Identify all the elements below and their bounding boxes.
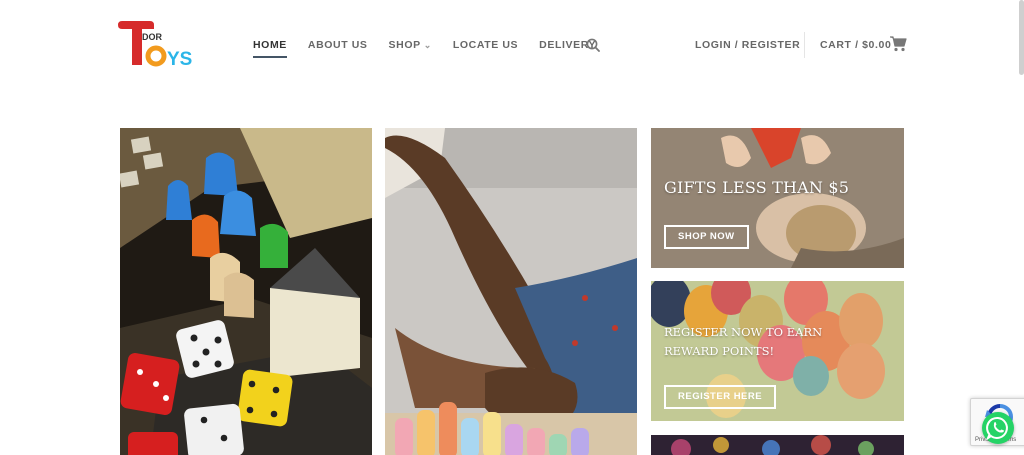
nav-about-label: ABOUT US [307,39,368,51]
register-promo-tile[interactable]: REGISTER NOW TO EARN REWARD POINTS! REGI… [651,281,904,421]
nav-shop[interactable]: SHOP ⌄ [389,39,432,59]
third-promo-tile[interactable] [651,435,904,455]
kids-chalk-tile[interactable] [385,128,637,455]
third-promo-image [651,435,904,455]
login-register-link[interactable]: LOGIN / REGISTER [695,39,800,51]
logo-text-ys: YS [167,49,192,69]
site-logo[interactable]: DOR YS [118,21,196,70]
nav-shop-label: SHOP [388,39,421,51]
page-scrollbar[interactable] [1019,0,1024,75]
board-game-image [120,128,372,455]
cart-link[interactable]: CART / $0.00 [820,39,891,51]
nav-home-label: HOME [253,39,287,51]
header-divider [804,32,805,58]
nav-home[interactable]: HOME [253,39,287,59]
gifts-promo-title: GIFTS LESS THAN $5 [664,178,850,197]
chevron-down-icon: ⌄ [423,40,432,50]
board-game-tile[interactable] [120,128,372,455]
register-here-button[interactable]: REGISTER HERE [664,385,777,409]
cart-icon[interactable] [890,36,907,52]
nav-about-us[interactable]: ABOUT US [308,39,368,59]
logo-text-dor: DOR [142,32,163,42]
main-nav: HOME ABOUT US SHOP ⌄ LOCATE US DELIVERY [253,39,617,59]
kids-chalk-image [385,128,637,455]
shop-now-button[interactable]: SHOP NOW [664,225,749,249]
search-icon[interactable] [586,38,600,52]
nav-locate-us[interactable]: LOCATE US [453,39,518,59]
whatsapp-icon[interactable] [982,412,1014,444]
register-promo-title: REGISTER NOW TO EARN REWARD POINTS! [664,325,823,358]
gifts-promo-tile[interactable]: GIFTS LESS THAN $5 SHOP NOW [651,128,904,268]
nav-locate-label: LOCATE US [452,39,519,51]
